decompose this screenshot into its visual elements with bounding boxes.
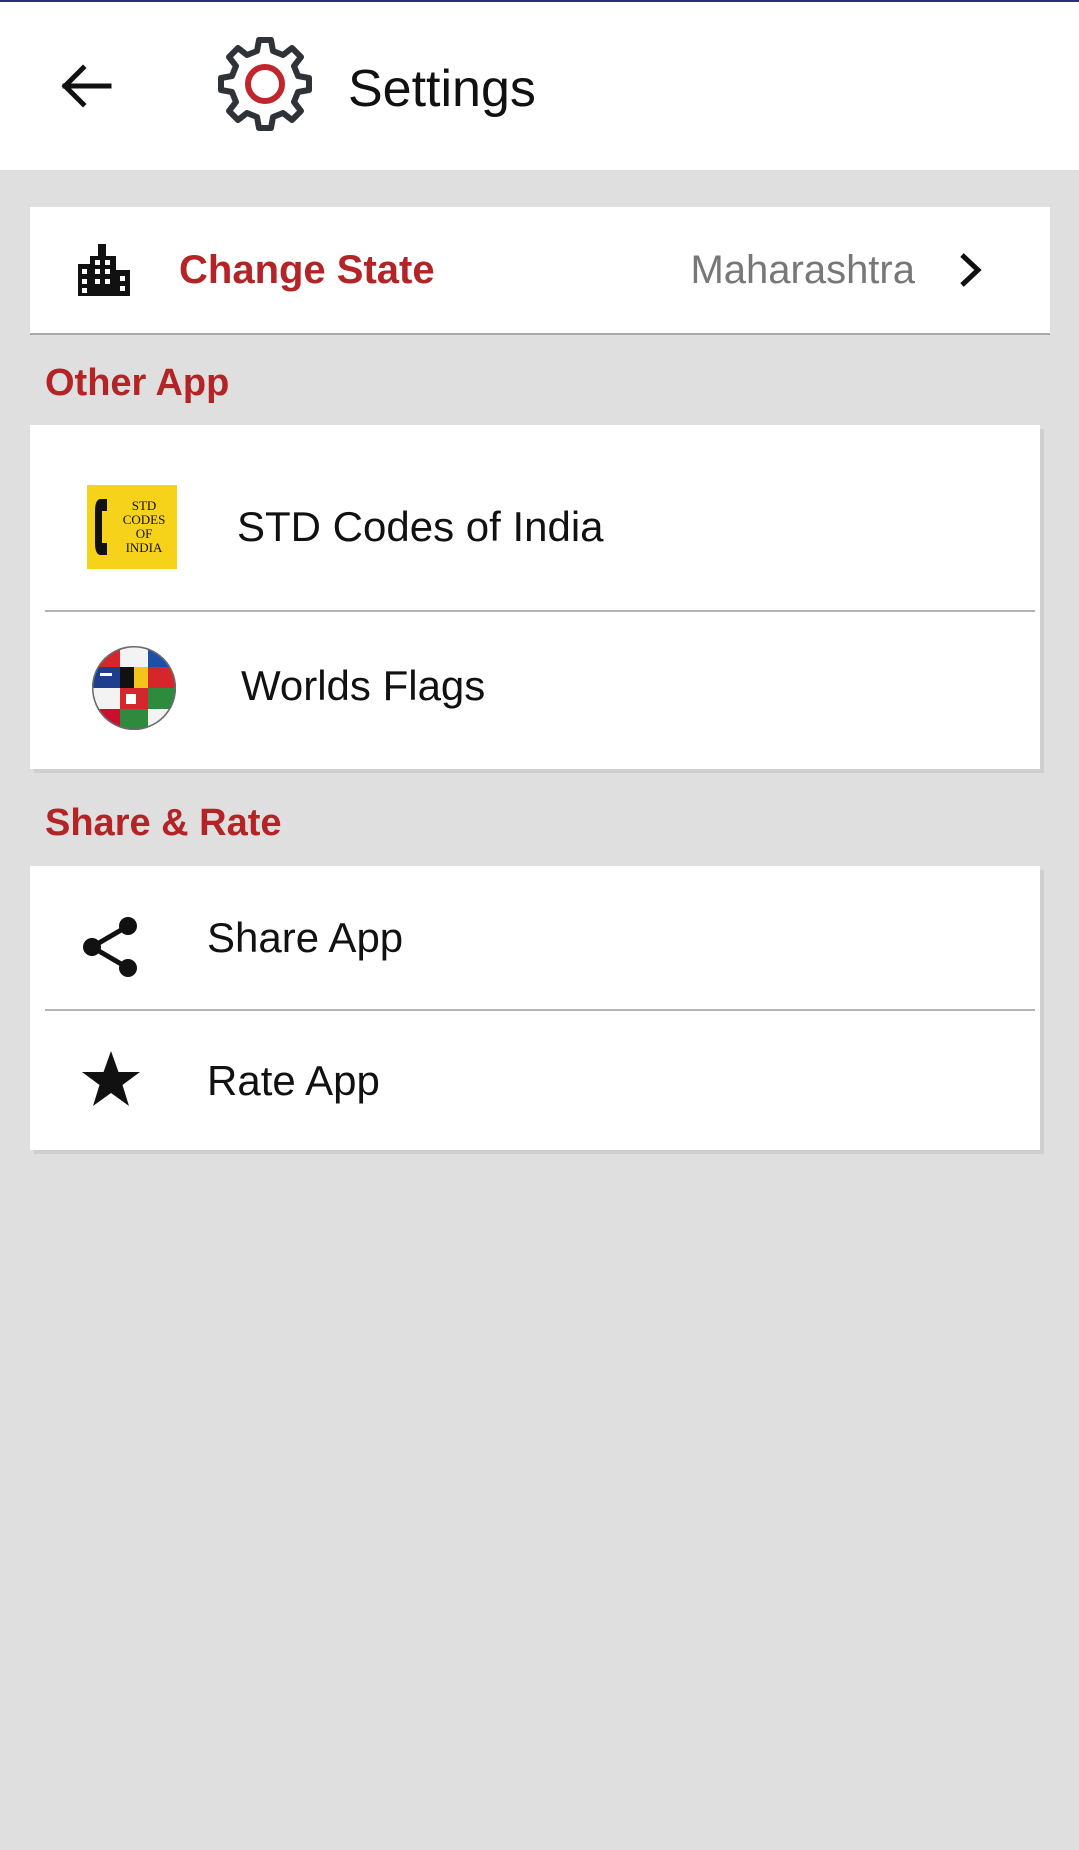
list-item-label: STD Codes of India <box>237 503 604 550</box>
share-rate-card: Share App Rate App <box>30 866 1040 1150</box>
app-bar: Settings <box>0 2 1079 170</box>
list-item-label: Rate App <box>207 1057 380 1104</box>
arrow-back-icon <box>61 64 112 108</box>
list-item-label: Worlds Flags <box>241 662 486 709</box>
list-item-rate-app[interactable]: Rate App <box>30 1011 1040 1150</box>
selected-state-value: Maharashtra <box>690 248 915 292</box>
share-icon <box>83 917 137 977</box>
section-title-share-rate: Share & Rate <box>45 802 282 844</box>
std-codes-icon-text: STD CODES OF INDIA <box>122 498 166 555</box>
change-state-label: Change State <box>179 248 435 292</box>
list-item-worlds-flags[interactable]: Worlds Flags <box>30 612 1040 769</box>
other-apps-card: STD CODES OF INDIA STD Codes of India Wo… <box>30 425 1040 769</box>
gear-icon <box>218 37 312 131</box>
list-item-std-codes[interactable]: STD CODES OF INDIA STD Codes of India <box>30 425 1040 610</box>
section-title-other-app: Other App <box>45 362 230 404</box>
std-codes-app-icon: STD CODES OF INDIA <box>87 485 177 569</box>
world-flags-globe-icon <box>92 646 176 730</box>
change-state-row[interactable]: Change State Maharashtra <box>30 207 1050 335</box>
city-buildings-icon <box>78 244 130 296</box>
list-item-share-app[interactable]: Share App <box>30 866 1040 1009</box>
list-item-label: Share App <box>207 914 404 961</box>
back-button[interactable] <box>50 56 120 116</box>
star-icon <box>82 1051 140 1106</box>
chevron-right-icon <box>960 253 982 287</box>
page-title: Settings <box>348 60 536 118</box>
